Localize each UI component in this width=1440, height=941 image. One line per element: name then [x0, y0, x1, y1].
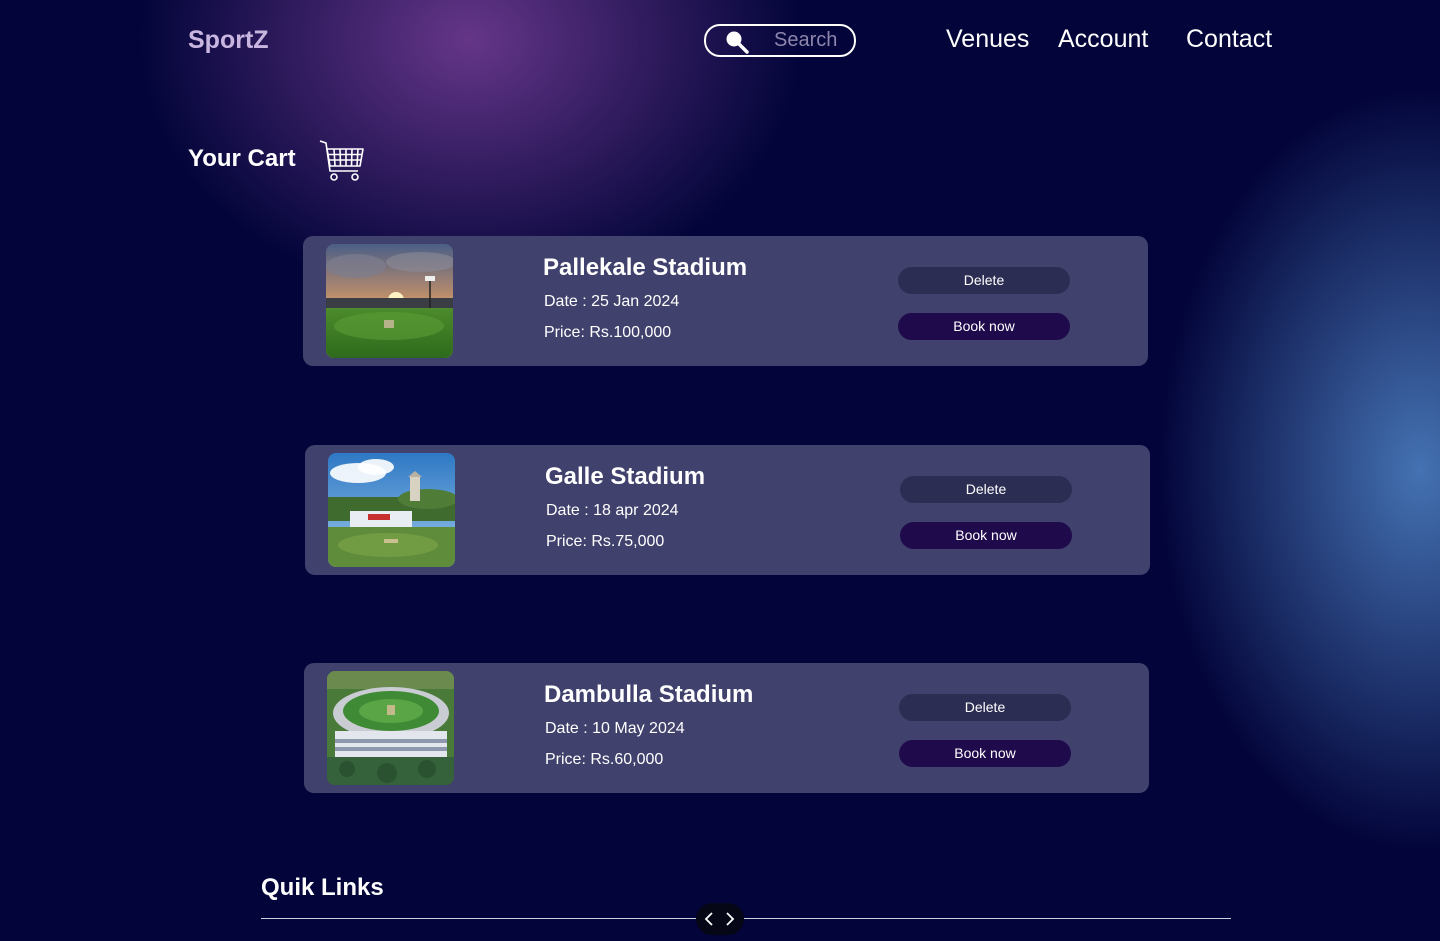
- delete-button[interactable]: Delete: [898, 267, 1070, 294]
- venue-name: Dambulla Stadium: [544, 681, 754, 708]
- delete-button[interactable]: Delete: [900, 476, 1072, 503]
- book-now-button[interactable]: Book now: [899, 740, 1071, 767]
- logo[interactable]: SportZ: [188, 26, 269, 55]
- chevron-left-icon[interactable]: [703, 911, 715, 927]
- delete-button[interactable]: Delete: [899, 694, 1071, 721]
- nav-link-contact[interactable]: Contact: [1186, 25, 1272, 54]
- pallekale-stadium-photo[interactable]: [326, 244, 453, 358]
- nav-link-account[interactable]: Account: [1058, 25, 1148, 54]
- cart-item-pallekale: Pallekale Stadium Date : 25 Jan 2024 Pri…: [303, 236, 1148, 366]
- booking-price: Price: Rs.75,000: [546, 533, 665, 550]
- venue-name: Galle Stadium: [545, 463, 706, 490]
- booking-date: Date : 25 Jan 2024: [544, 293, 680, 310]
- nav-link-venues[interactable]: Venues: [946, 25, 1029, 54]
- dambulla-stadium-photo[interactable]: [327, 671, 454, 785]
- divider: [261, 918, 1231, 919]
- venue-name: Pallekale Stadium: [543, 254, 748, 281]
- search-icon: [726, 31, 749, 54]
- book-now-button[interactable]: Book now: [898, 313, 1070, 340]
- quick-links-title: Quik Links: [261, 874, 384, 901]
- search-input[interactable]: Search: [774, 29, 837, 52]
- cart-item-galle: Galle Stadium Date : 18 apr 2024 Price: …: [305, 445, 1150, 575]
- booking-date: Date : 18 apr 2024: [546, 502, 679, 519]
- cart-icon: [319, 140, 364, 181]
- booking-price: Price: Rs.100,000: [544, 324, 672, 341]
- cart-item-dambulla: Dambulla Stadium Date : 10 May 2024 Pric…: [304, 663, 1149, 793]
- chevron-right-icon[interactable]: [724, 911, 736, 927]
- booking-date: Date : 10 May 2024: [545, 720, 685, 737]
- book-now-button[interactable]: Book now: [900, 522, 1072, 549]
- booking-price: Price: Rs.60,000: [545, 751, 664, 768]
- search-box[interactable]: Search: [704, 24, 856, 57]
- galle-stadium-photo[interactable]: [328, 453, 455, 567]
- page-title: Your Cart: [188, 145, 296, 172]
- carousel-pager: [696, 903, 744, 935]
